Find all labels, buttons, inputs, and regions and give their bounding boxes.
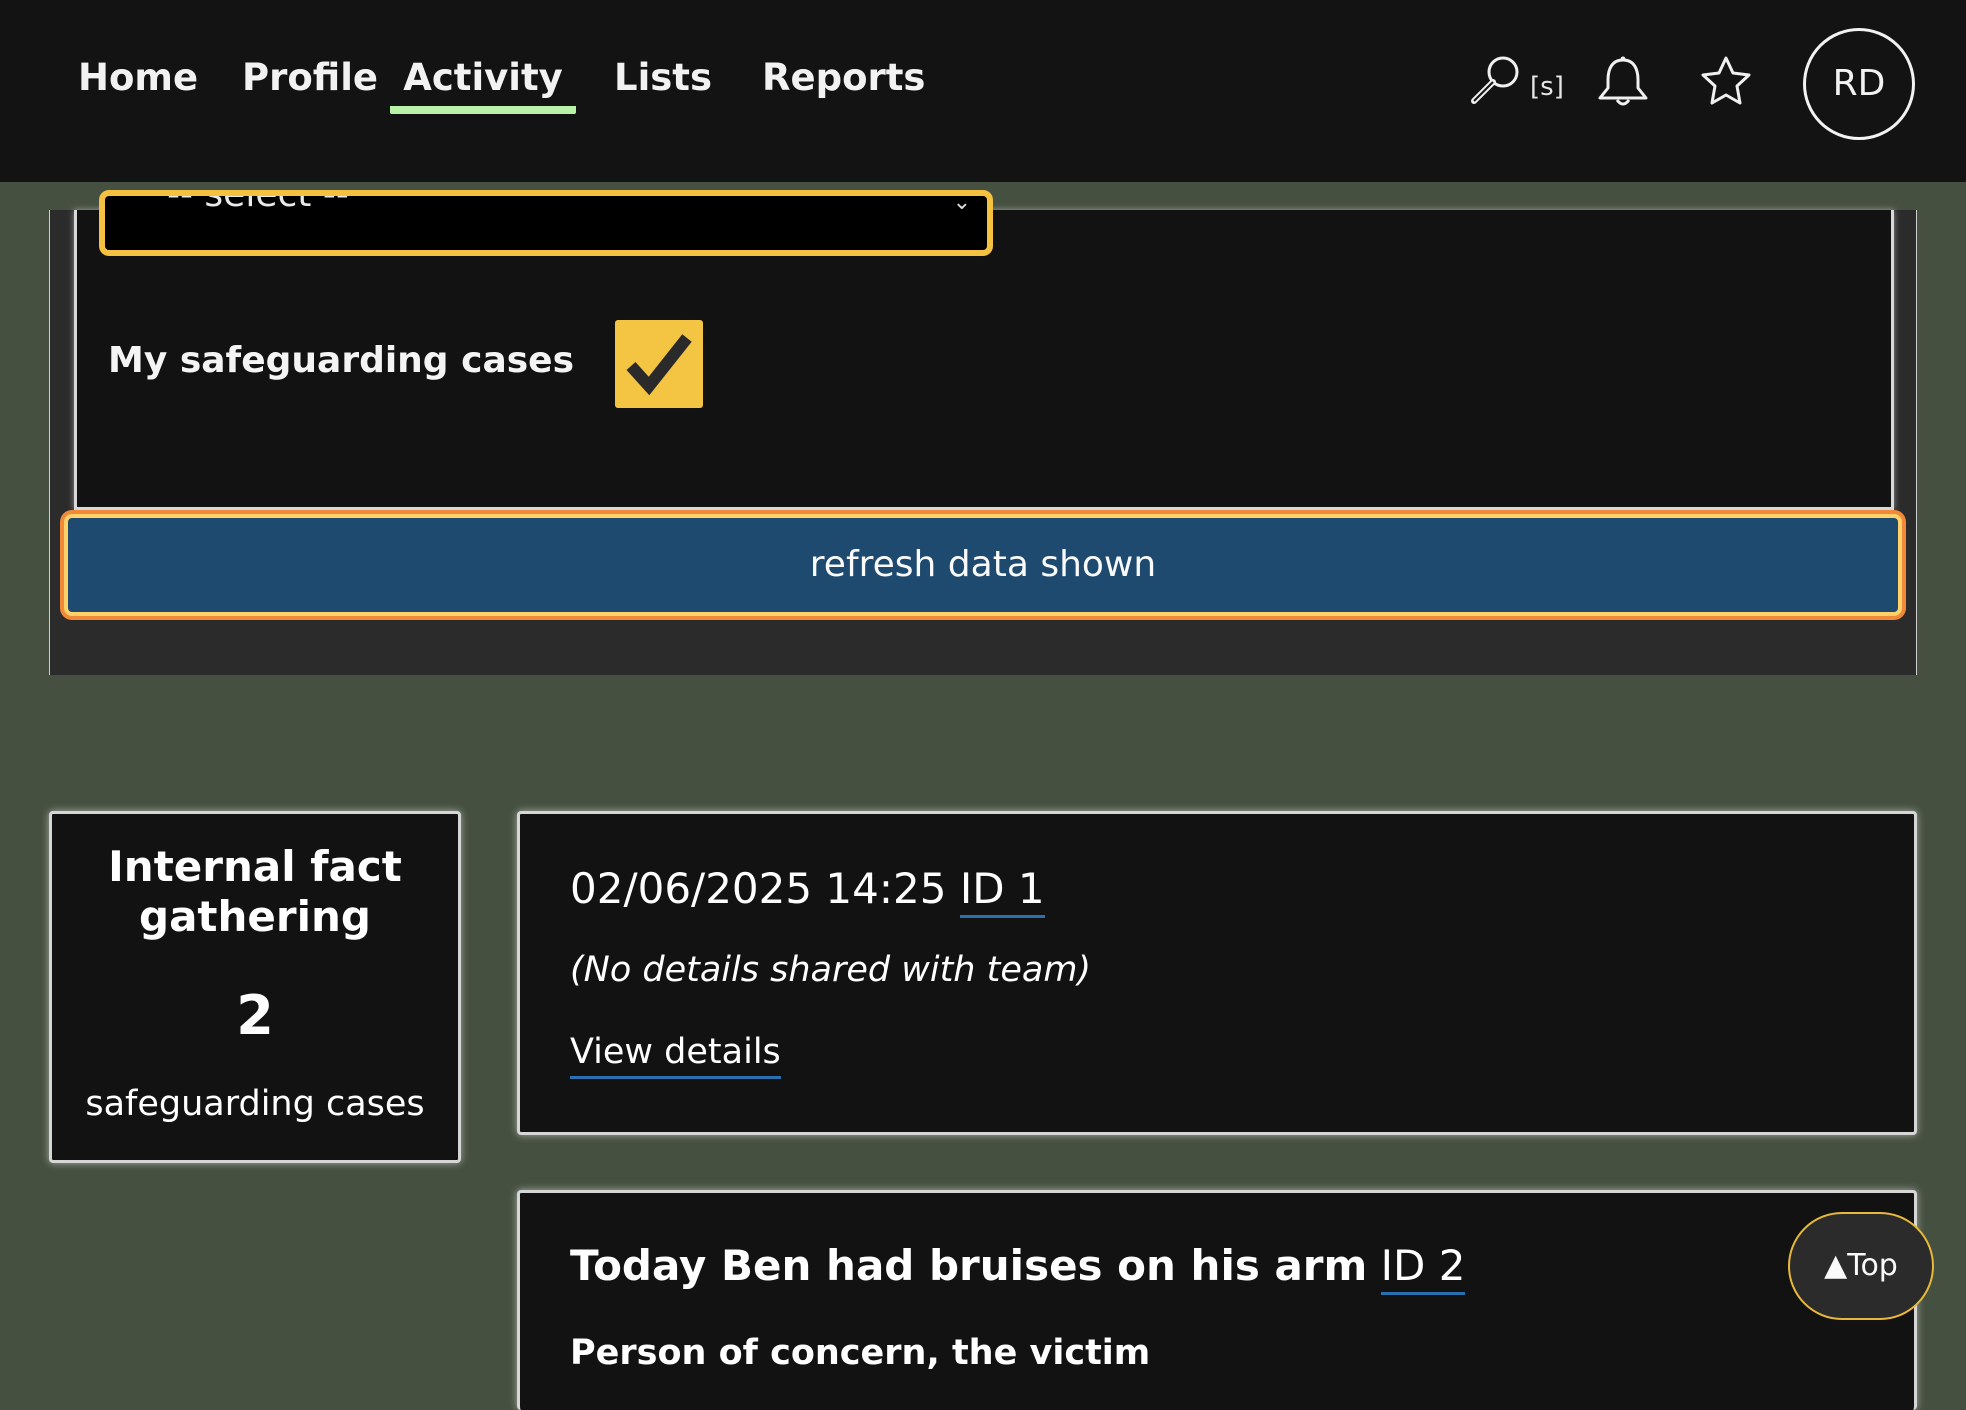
summary-title-line1: Internal fact [108,842,402,891]
summary-count: 2 [236,984,274,1047]
my-cases-checkbox[interactable] [615,320,703,408]
summary-title: Internal fact gathering [52,842,458,942]
search-shortcut-hint: [s] [1530,72,1564,102]
activity-id-link[interactable]: ID 2 [1380,1241,1466,1295]
activity-date: 02/06/2025 14:25 [570,864,947,913]
summary-card: Internal fact gathering 2 safeguarding c… [49,811,461,1163]
activity-details-note: (No details shared with team) [570,950,1092,990]
activity-card: Today Ben had bruises on his arm ID 2 Pe… [517,1190,1917,1410]
refresh-data-button[interactable]: refresh data shown [64,514,1902,616]
summary-title-line2: gathering [139,892,371,941]
activity-card: 02/06/2025 14:25 ID 1 (No details shared… [517,811,1917,1135]
filter-select[interactable]: -- select -- ⌄ [99,190,993,256]
nav-profile[interactable]: Profile [242,50,378,106]
nav-reports[interactable]: Reports [762,50,925,106]
activity-subtitle: Person of concern, the victim [570,1333,1151,1373]
nav-lists[interactable]: Lists [614,50,712,106]
my-cases-label: My safeguarding cases [108,340,575,381]
filter-select-value: -- select -- [167,190,349,215]
top-nav-bar: Home Profile Activity Lists Reports [s] … [0,0,1966,182]
back-to-top-button[interactable]: ▲Top [1788,1212,1934,1320]
chevron-down-icon: ⌄ [952,190,971,215]
star-icon[interactable] [1698,54,1754,108]
activity-title: Today Ben had bruises on his arm [570,1241,1368,1290]
activity-id-link[interactable]: ID 1 [959,864,1045,918]
bell-icon[interactable] [1592,54,1654,110]
user-avatar[interactable]: RD [1803,28,1915,140]
summary-unit: safeguarding cases [85,1084,425,1124]
checkmark-icon [626,334,692,396]
view-details-link[interactable]: View details [570,1032,781,1079]
search-icon[interactable] [1466,52,1526,106]
activity-header: Today Ben had bruises on his arm ID 2 [570,1241,1466,1295]
nav-home[interactable]: Home [78,50,198,106]
activity-header: 02/06/2025 14:25 ID 1 [570,864,1045,918]
nav-activity[interactable]: Activity [390,50,576,114]
